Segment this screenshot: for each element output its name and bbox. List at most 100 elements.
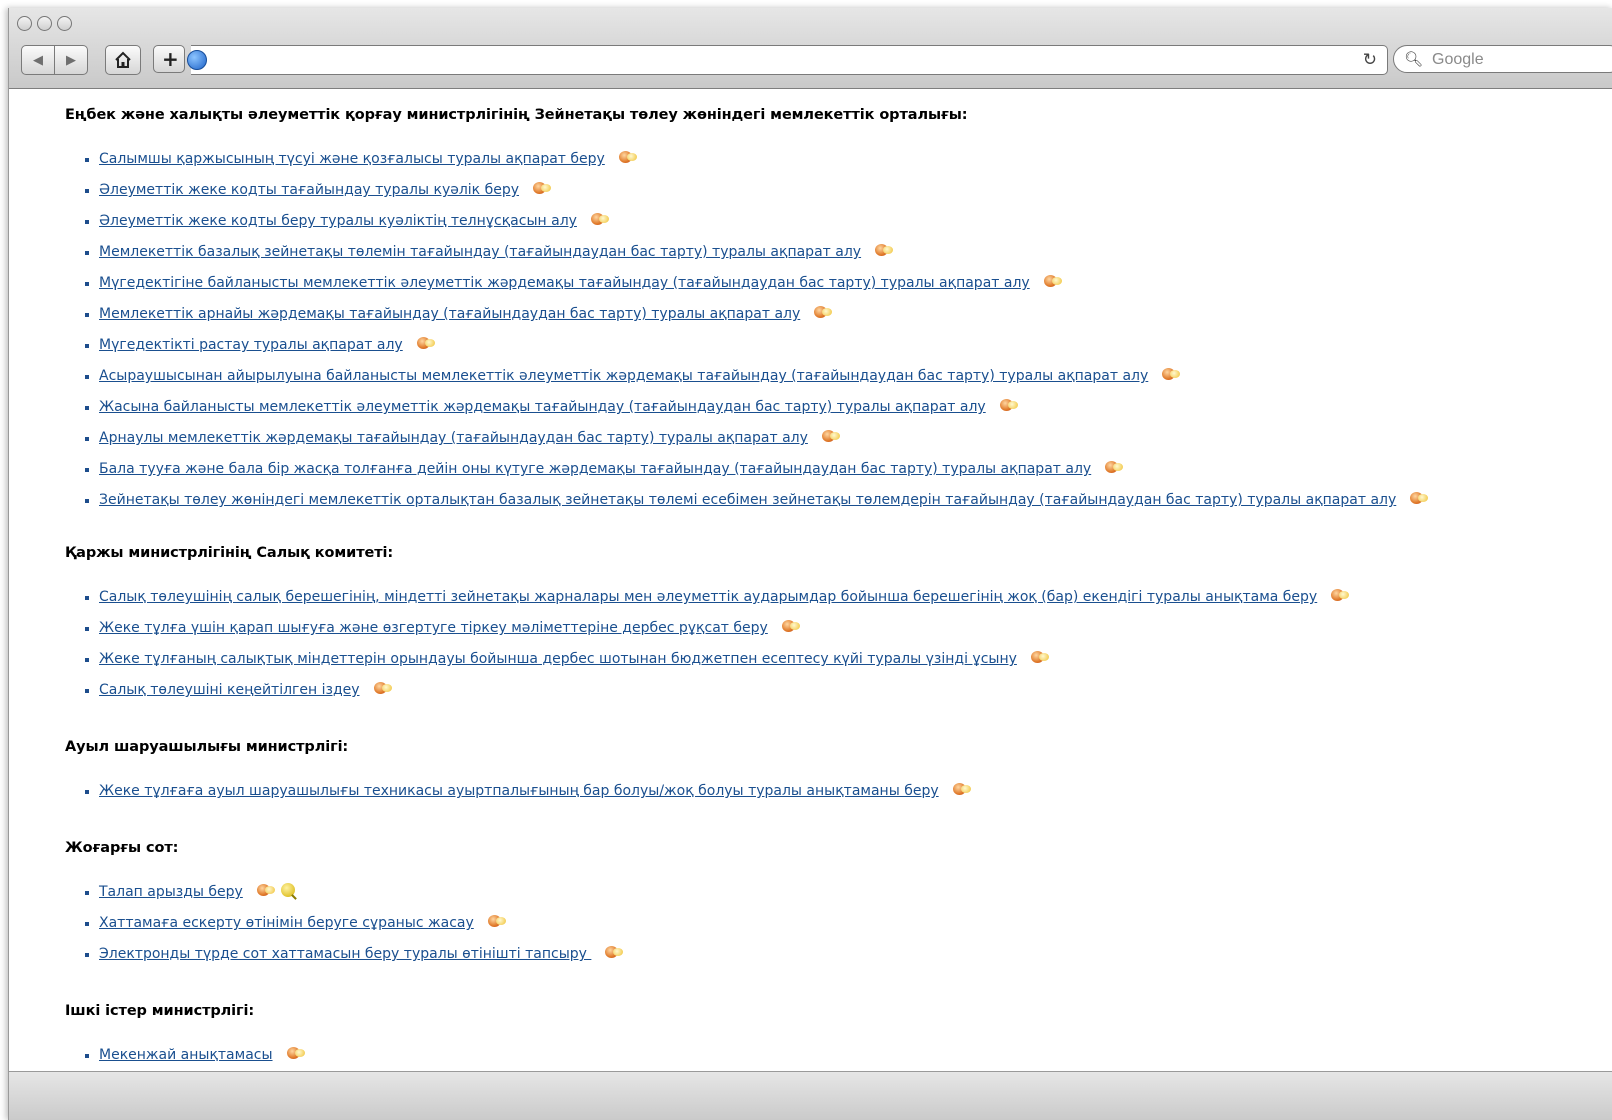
bullet-icon [85,790,89,794]
service-link[interactable]: Зейнетақы төлеу жөніндегі мемлекеттік ор… [99,492,1396,508]
e-service-icon [999,398,1018,412]
section-supreme-court: Жоғарғы сот: Талап арызды беру Хаттамаға… [65,838,624,970]
service-list: Жеке тұлғаға ауыл шаруашылығы техникасы … [65,776,971,807]
add-bookmark-button[interactable]: + [153,45,185,73]
service-link[interactable]: Арнаулы мемлекеттік жәрдемақы тағайындау… [99,430,808,446]
zoom-window-button[interactable] [57,16,72,31]
search-icon[interactable]: 🔍︎ [1404,50,1423,68]
browser-toolbar: ◀ ▶ + ↻ 🔍︎ Google [9,8,1612,89]
section-heading: Қаржы министрлігінің Салық комитеті: [65,545,394,561]
list-item: Мүгедектігіне байланысты мемлекеттік әле… [65,268,1428,299]
section-tax-committee: Қаржы министрлігінің Салық комитеті: Сал… [65,543,1350,706]
home-button[interactable] [105,45,141,75]
e-service-icon [1043,274,1062,288]
bullet-icon [85,627,89,631]
service-link[interactable]: Мүгедектікті растау туралы ақпарат алу [99,337,403,353]
list-item: Бала тууға және бала бір жасқа толғанға … [65,454,1428,485]
list-item: Мемлекеттік базалық зейнетақы төлемін та… [65,237,1428,268]
home-icon [115,51,131,68]
e-service-icon [1410,491,1429,505]
list-item: Электронды түрде сот хаттамасын беру тур… [65,939,624,970]
forward-icon: ▶ [66,52,76,68]
bullet-icon [85,891,89,895]
list-item: Жеке тұлға үшін қарап шығуға және өзгерт… [65,613,1349,644]
list-item: Әлеуметтік жеке кодты беру туралы куәлік… [65,206,1428,237]
service-link[interactable]: Мемлекеттік арнайы жәрдемақы тағайындау … [99,306,800,322]
minimize-window-button[interactable] [37,16,52,31]
list-item: Мекенжай анықтамасы [65,1040,305,1071]
e-service-icon [821,429,840,443]
bullet-icon [85,344,89,348]
list-item: Талап арызды беру [65,877,623,908]
reload-icon[interactable]: ↻ [1363,50,1377,70]
add-bookmark-icon: + [162,47,179,71]
service-link[interactable]: Салық төлеушінің салық берешегінің, мінд… [99,589,1317,605]
search-help-icon[interactable] [280,883,295,897]
e-service-icon [416,336,435,350]
service-link[interactable]: Талап арызды беру [99,884,243,900]
e-service-icon [1105,460,1124,474]
bullet-icon [85,953,89,957]
section-pension-center: Еңбек және халықты әлеуметтік қорғау мин… [65,105,1429,516]
e-service-icon [618,150,637,164]
list-item: Салымшы қаржысының түсуі және қозғалысы … [65,144,1428,175]
e-service-icon [1162,367,1181,381]
list-item: Асыраушысынан айырылуына байланысты мемл… [65,361,1428,392]
bullet-icon [85,437,89,441]
service-list: Салық төлеушінің салық берешегінің, мінд… [65,582,1350,706]
bullet-icon [85,282,89,286]
bullet-icon [85,1054,89,1058]
bullet-icon [85,375,89,379]
list-item: Зейнетақы төлеу жөніндегі мемлекеттік ор… [65,485,1429,516]
back-icon: ◀ [33,52,43,68]
section-internal-affairs: Ішкі істер министрлігі: Мекенжай анықтам… [65,1001,305,1071]
list-item: Мүгедектікті растау туралы ақпарат алу [65,330,1428,361]
service-link[interactable]: Асыраушысынан айырылуына байланысты мемл… [99,368,1148,384]
e-service-icon [533,181,552,195]
service-link[interactable]: Жеке тұлғаға ауыл шаруашылығы техникасы … [99,783,939,799]
service-link[interactable]: Салық төлеушіні кеңейтілген іздеу [99,682,360,698]
service-link[interactable]: Әлеуметтік жеке кодты беру туралы куәлік… [99,213,577,229]
forward-button[interactable]: ▶ [54,46,87,74]
history-nav: ◀ ▶ [21,45,88,75]
search-field[interactable]: 🔍︎ Google [1393,45,1612,73]
service-link[interactable]: Мемлекеттік базалық зейнетақы төлемін та… [99,244,861,260]
bullet-icon [85,313,89,317]
bullet-icon [85,220,89,224]
window-controls [17,16,72,31]
service-link[interactable]: Хаттамаға ескерту өтінімін беруге сұраны… [99,915,474,931]
list-item: Арнаулы мемлекеттік жәрдемақы тағайындау… [65,423,1428,454]
service-link[interactable]: Бала тууға және бала бір жасқа толғанға … [99,461,1091,477]
list-item: Салық төлеушінің салық берешегінің, мінд… [65,582,1350,613]
service-link[interactable]: Әлеуметтік жеке кодты тағайындау туралы … [99,182,519,198]
list-item: Әлеуметтік жеке кодты тағайындау туралы … [65,175,1428,206]
service-link[interactable]: Жасына байланысты мемлекеттік әлеуметтік… [99,399,986,415]
globe-icon [187,50,207,70]
service-link[interactable]: Мекенжай анықтамасы [99,1047,273,1063]
list-item: Жасына байланысты мемлекеттік әлеуметтік… [65,392,1428,423]
list-item: Салық төлеушіні кеңейтілген іздеу [65,675,1349,706]
e-service-icon [487,914,506,928]
list-item: Хаттамаға ескерту өтінімін беруге сұраны… [65,908,623,939]
e-service-icon [373,681,392,695]
page-content: Еңбек және халықты әлеуметтік қорғау мин… [9,89,1612,1079]
service-link[interactable]: Жеке тұлғаның салықтық міндеттерін орынд… [99,651,1017,667]
service-link[interactable]: Жеке тұлға үшін қарап шығуға және өзгерт… [99,620,768,636]
e-service-icon [952,782,971,796]
bullet-icon [85,689,89,693]
service-link[interactable]: Мүгедектігіне байланысты мемлекеттік әле… [99,275,1030,291]
service-link[interactable]: Электронды түрде сот хаттамасын беру тур… [99,946,591,962]
bullet-icon [85,499,89,503]
bullet-icon [85,158,89,162]
e-service-icon [781,619,800,633]
close-window-button[interactable] [17,16,32,31]
list-item: Жеке тұлғаға ауыл шаруашылығы техникасы … [65,776,971,807]
address-bar[interactable]: ↻ [191,45,1388,75]
service-link[interactable]: Салымшы қаржысының түсуі және қозғалысы … [99,151,605,167]
e-service-icon [814,305,833,319]
section-heading: Ішкі істер министрлігі: [65,1003,255,1019]
browser-window: ◀ ▶ + ↻ 🔍︎ Google Еңбек және халықты әле… [8,8,1612,1120]
bullet-icon [85,922,89,926]
e-service-icon [286,1046,305,1060]
back-button[interactable]: ◀ [22,46,54,74]
